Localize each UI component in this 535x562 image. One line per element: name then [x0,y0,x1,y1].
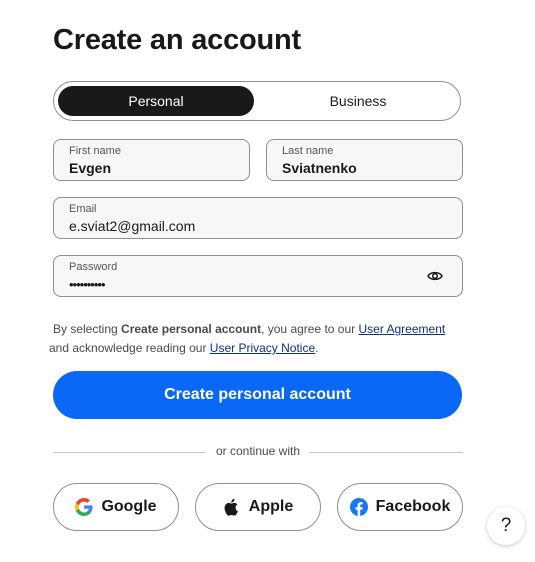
first-name-field[interactable]: First name Evgen [53,139,250,181]
privacy-notice-link[interactable]: User Privacy Notice [210,341,315,355]
apple-label: Apple [248,498,294,515]
email-label: Email [69,203,97,215]
legal-text-2: , you agree to our [261,322,359,336]
last-name-label: Last name [282,145,334,157]
page-title: Create an account [53,24,302,56]
email-value[interactable]: e.sviat2@gmail.com [69,218,195,234]
divider-left [53,452,206,453]
legal-text-3: and acknowledge reading our [49,341,210,355]
tab-business[interactable]: Business [260,86,456,116]
google-icon [75,498,94,516]
last-name-field[interactable]: Last name Sviatnenko [266,139,463,181]
last-name-value[interactable]: Sviatnenko [282,160,357,176]
facebook-button[interactable]: Facebook [337,483,463,531]
google-button[interactable]: Google [53,483,179,531]
first-name-value[interactable]: Evgen [69,160,111,176]
legal-text-1: By selecting [53,322,122,336]
account-type-toggle: Personal Business [53,81,461,121]
create-account-button[interactable]: Create personal account [53,371,462,419]
password-field[interactable]: Password •••••••••• [53,255,463,297]
email-field[interactable]: Email e.sviat2@gmail.com [53,197,463,239]
password-label: Password [69,261,118,273]
google-label: Google [101,498,157,515]
apple-button[interactable]: Apple [195,483,321,531]
divider-right [309,452,463,453]
facebook-label: Facebook [375,498,451,515]
legal-bold: Create personal account [121,322,262,336]
help-button[interactable]: ? [487,507,525,545]
legal-text-4: . [315,341,319,355]
first-name-label: First name [69,145,121,157]
apple-icon [224,498,238,516]
facebook-icon [349,498,368,516]
legal-notice: By selecting Create personal account, yo… [49,320,473,358]
tab-personal[interactable]: Personal [58,86,254,116]
show-password-eye-icon[interactable] [427,269,443,283]
password-value[interactable]: •••••••••• [69,277,106,292]
user-agreement-link[interactable]: User Agreement [359,322,446,336]
divider-text: or continue with [215,444,301,458]
